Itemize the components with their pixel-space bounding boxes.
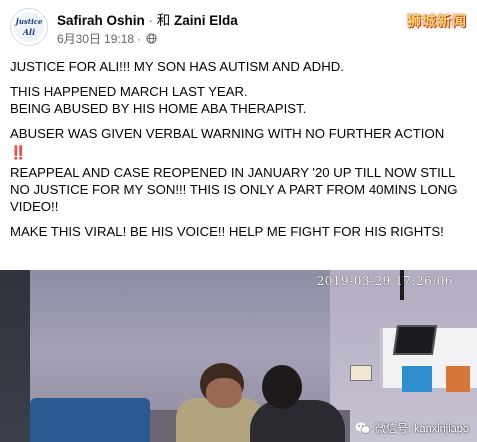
video-scene-monitor xyxy=(392,325,438,355)
wechat-watermark-text: 微信号: kanxinjiapo xyxy=(374,423,469,435)
post-header: Justice Ali Safirah Oshin · 和 Zaini Elda… xyxy=(0,0,477,52)
post-authors: Safirah Oshin · 和 Zaini Elda xyxy=(57,9,238,29)
video-player[interactable]: 2019-03-29 17:26:06 微信号: kanxinjiapo xyxy=(0,270,477,442)
source-watermark: 狮城新闻 xyxy=(407,13,467,29)
author-separator: · xyxy=(144,13,157,28)
avatar-text-bottom: Ali xyxy=(22,27,36,37)
wechat-watermark: 微信号: kanxinjiapo xyxy=(355,420,469,436)
video-scene-blue-bin xyxy=(402,366,432,392)
wechat-icon xyxy=(355,422,371,434)
cctv-timestamp: 2019-03-29 17:26:06 xyxy=(316,274,453,288)
author-avatar[interactable]: Justice Ali xyxy=(10,8,48,46)
video-scene-adult-body xyxy=(250,400,345,442)
post-paragraph-2: THIS HAPPENED MARCH LAST YEAR. BEING ABU… xyxy=(10,84,307,116)
post-time[interactable]: 19:18 xyxy=(104,32,134,46)
meta-dot: · xyxy=(137,31,142,46)
post-meta: 6月30日 19:18 · xyxy=(57,30,157,47)
post-paragraph-4: REAPPEAL AND CASE REOPENED IN JANUARY '2… xyxy=(10,165,458,214)
post-paragraph-5: MAKE THIS VIRAL! BE HIS VOICE!! HELP ME … xyxy=(10,224,444,239)
video-scene-left-wall xyxy=(0,270,30,442)
video-scene-orange-bin xyxy=(446,366,470,392)
post-paragraph-1: JUSTICE FOR ALI!!! MY SON HAS AUTISM AND… xyxy=(10,59,344,74)
author-name-link[interactable]: Safirah Oshin xyxy=(57,13,145,28)
tagged-user-link[interactable]: Zaini Elda xyxy=(174,13,238,28)
video-scene-adult-head xyxy=(262,365,302,409)
post-paragraph-3: ABUSER WAS GIVEN VERBAL WARNING WITH NO … xyxy=(10,126,445,141)
double-exclamation-emoji: ‼️ xyxy=(10,145,27,160)
globe-icon[interactable] xyxy=(146,33,157,44)
video-scene-child-face xyxy=(206,378,242,408)
with-prefix: 和 xyxy=(156,13,175,28)
post-date-link[interactable]: 6月30日 xyxy=(57,30,101,47)
video-scene-sign xyxy=(350,365,372,381)
video-scene-bed xyxy=(30,398,150,442)
post-body: JUSTICE FOR ALI!!! MY SON HAS AUTISM AND… xyxy=(10,58,470,248)
avatar-text-top: Justice xyxy=(15,17,43,26)
